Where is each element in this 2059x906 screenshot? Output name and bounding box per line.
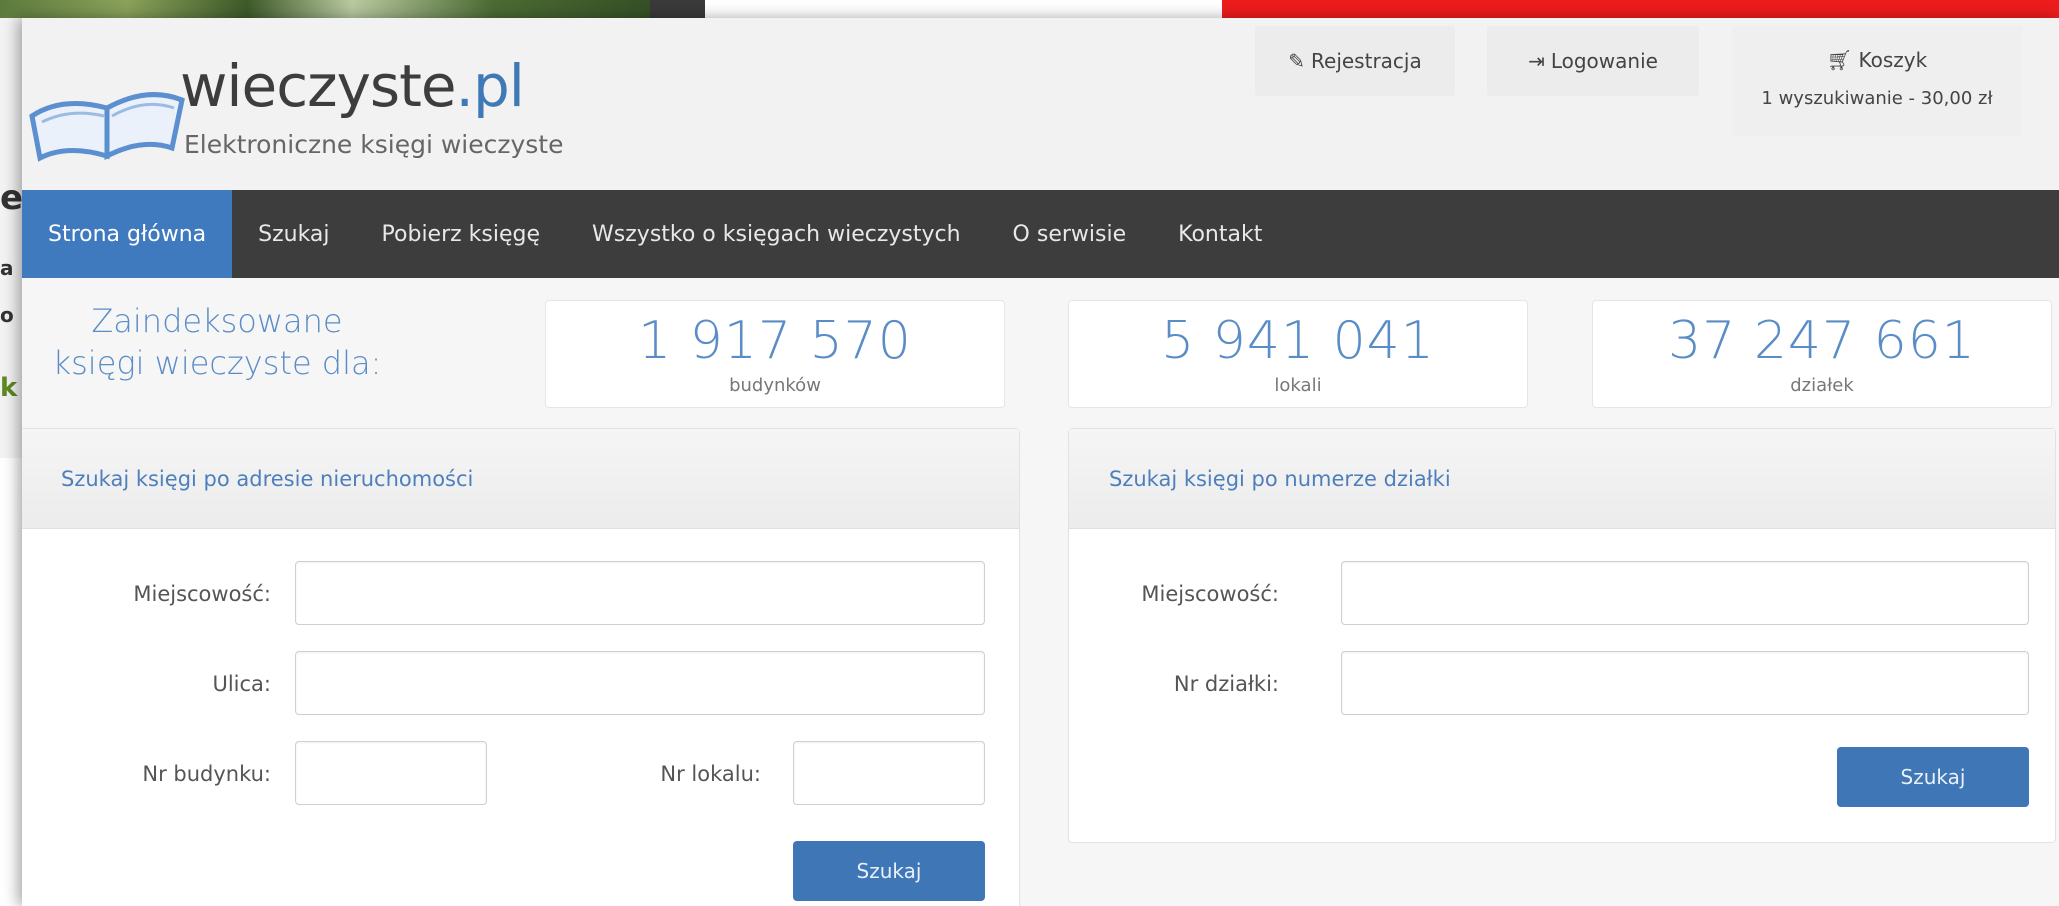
nav-item-home[interactable]: Strona główna: [22, 190, 233, 278]
stat-value: 1 917 570: [638, 311, 912, 371]
cart-summary: 1 wyszukiwanie - 30,00 zł: [1761, 88, 1993, 109]
site-tagline: Elektroniczne księgi wieczyste: [184, 130, 564, 159]
stat-caption: lokali: [1274, 375, 1322, 396]
site-window: wieczyste.pl Elektroniczne księgi wieczy…: [22, 18, 2059, 906]
address-search-panel: Szukaj księgi po adresie nieruchomości M…: [22, 428, 1020, 906]
stat-buildings: 1 917 570 budynków: [545, 300, 1005, 408]
background-text-fragment: k: [0, 373, 18, 403]
stat-value: 5 941 041: [1161, 311, 1435, 371]
city-label: Miejscowość:: [133, 582, 271, 606]
stat-caption: budynków: [729, 375, 821, 396]
nav-item-about-service[interactable]: O serwisie: [987, 190, 1153, 278]
background-text-fragment: e: [0, 178, 24, 218]
edit-icon: ✎: [1288, 49, 1306, 73]
background-left-strip: e a o k: [0, 18, 24, 458]
address-search-button[interactable]: Szukaj: [793, 841, 985, 901]
plot-number-input[interactable]: [1341, 651, 2029, 715]
nav-item-about-books[interactable]: Wszystko o księgach wieczystych: [566, 190, 987, 278]
nav-item-contact[interactable]: Kontakt: [1152, 190, 1288, 278]
main-nav: Strona główna Szukaj Pobierz księgę Wszy…: [22, 190, 2059, 278]
sign-in-icon: ⇥: [1528, 49, 1545, 73]
cart-title: 🛒︎ Koszyk: [1732, 48, 2022, 72]
plot-city-label: Miejscowość:: [1141, 582, 1279, 606]
stat-units: 5 941 041 lokali: [1068, 300, 1528, 408]
register-label: Rejestracja: [1311, 49, 1422, 73]
site-logo[interactable]: wieczyste.pl Elektroniczne księgi wieczy…: [22, 18, 642, 190]
site-name-main: wieczyste: [180, 52, 457, 120]
street-input[interactable]: [295, 651, 985, 715]
background-red-bar: [1222, 0, 2059, 18]
background-photo: [0, 0, 705, 18]
building-number-label: Nr budynku:: [142, 762, 271, 786]
stat-caption: działek: [1790, 375, 1854, 396]
plot-search-button[interactable]: Szukaj: [1837, 747, 2029, 807]
background-text-fragment: a: [0, 256, 14, 280]
address-search-title: Szukaj księgi po adresie nieruchomości: [22, 429, 1019, 529]
cart-icon: 🛒︎: [1826, 48, 1853, 72]
street-label: Ulica:: [212, 672, 271, 696]
open-book-icon: [29, 92, 185, 162]
site-header: wieczyste.pl Elektroniczne księgi wieczy…: [22, 18, 2059, 190]
background-text-fragment: o: [0, 303, 14, 327]
stats-label: Zaindeksowane księgi wieczyste dla:: [52, 302, 382, 382]
login-button[interactable]: ⇥ Logowanie: [1487, 26, 1699, 96]
unit-number-label: Nr lokalu:: [660, 762, 761, 786]
stat-value: 37 247 661: [1668, 311, 1976, 371]
stat-plots: 37 247 661 działek: [1592, 300, 2052, 408]
site-name-tld: .pl: [455, 52, 525, 120]
plot-city-input[interactable]: [1341, 561, 2029, 625]
unit-number-input[interactable]: [793, 741, 985, 805]
nav-item-search[interactable]: Szukaj: [232, 190, 355, 278]
cart-title-label: Koszyk: [1858, 48, 1928, 72]
building-number-input[interactable]: [295, 741, 487, 805]
login-label: Logowanie: [1550, 49, 1658, 73]
plot-search-panel: Szukaj księgi po numerze działki Miejsco…: [1068, 428, 2056, 843]
plot-search-title: Szukaj księgi po numerze działki: [1069, 429, 2055, 529]
city-input[interactable]: [295, 561, 985, 625]
plot-number-label: Nr działki:: [1173, 672, 1279, 696]
site-name: wieczyste.pl: [180, 52, 525, 120]
cart-button[interactable]: 🛒︎ Koszyk 1 wyszukiwanie - 30,00 zł: [1732, 26, 2022, 136]
register-button[interactable]: ✎ Rejestracja: [1255, 26, 1455, 96]
nav-item-download[interactable]: Pobierz księgę: [356, 190, 567, 278]
